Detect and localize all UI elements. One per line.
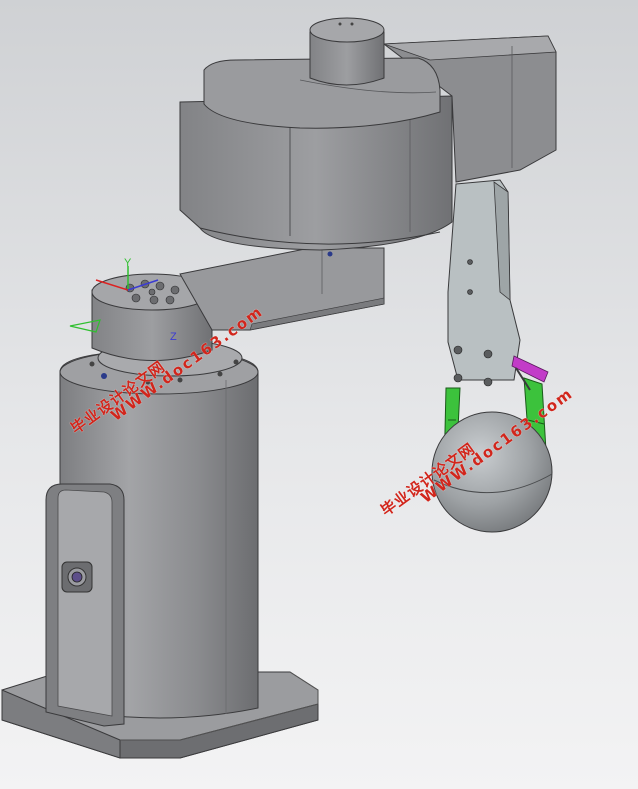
gripper-bracket <box>447 179 521 387</box>
triad-y-label: Y <box>124 257 132 269</box>
connector-port <box>61 561 93 593</box>
motor-cap <box>309 17 385 86</box>
access-panel <box>45 483 125 727</box>
arm-link-1 <box>179 247 385 331</box>
triad-z-label: Z <box>170 331 177 343</box>
